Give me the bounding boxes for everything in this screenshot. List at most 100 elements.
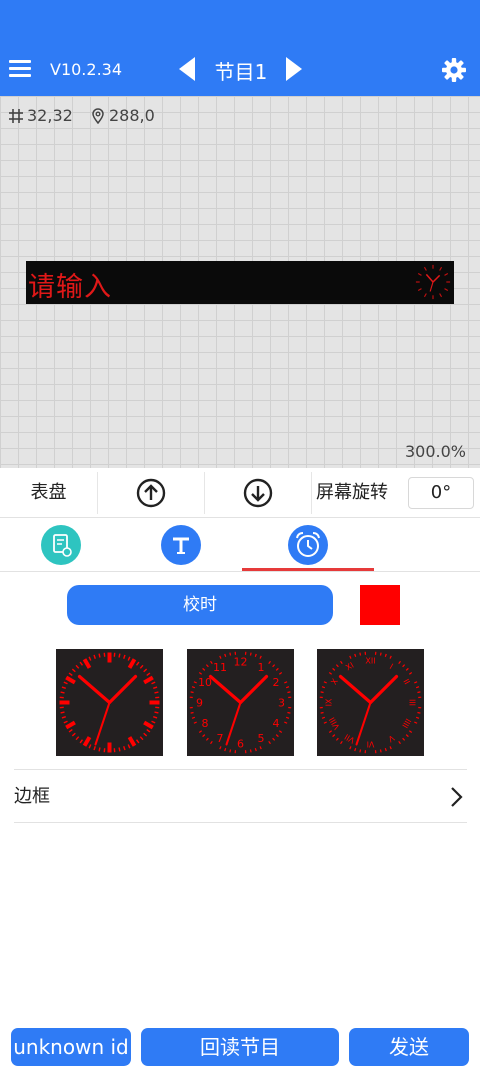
arrow-left-icon[interactable] — [175, 55, 199, 83]
dial-tick — [349, 655, 352, 659]
dial-tick — [135, 739, 140, 744]
dial-tick — [205, 664, 209, 668]
clock-color-picker[interactable] — [360, 585, 400, 625]
dial-tick — [287, 691, 291, 694]
dial-tick — [417, 691, 421, 694]
size-readout: 32,32 — [8, 106, 73, 125]
dial-tick — [202, 734, 206, 738]
menu-icon[interactable] — [6, 56, 34, 82]
dial-tick — [88, 656, 92, 661]
dial-tick — [118, 747, 121, 752]
program-title: 节目1 — [214, 60, 268, 84]
arrow-right-icon[interactable] — [282, 55, 306, 83]
dial-tick — [146, 728, 151, 733]
dial-tick — [229, 749, 232, 753]
led-text-content[interactable]: 请输入 — [28, 265, 112, 304]
dial-tick — [210, 740, 213, 745]
dial-tick — [229, 652, 232, 656]
dial-tick — [190, 691, 194, 694]
dial-tick — [284, 681, 288, 684]
led-screen[interactable]: 请输入 — [26, 261, 454, 304]
tab-clock[interactable] — [242, 518, 374, 571]
dial-tick — [139, 664, 144, 669]
dial-tick — [259, 746, 262, 750]
dial-tick — [61, 716, 66, 719]
clock-hand — [107, 674, 138, 705]
dial-tick — [118, 653, 121, 658]
dial-tick — [359, 749, 362, 753]
dial-tick — [127, 658, 137, 669]
dial-number: IX — [325, 698, 334, 706]
clock-hand — [208, 674, 243, 705]
led-preview-canvas[interactable]: 32,32 288,0 请输入 300.0% — [0, 96, 480, 468]
dial-tick — [63, 720, 68, 724]
clock-hand — [338, 674, 373, 705]
dial-tick — [151, 681, 156, 685]
arrow-up-circle-icon[interactable] — [136, 478, 166, 508]
dial-style-ticks[interactable] — [56, 649, 163, 756]
dial-tick — [224, 747, 227, 752]
dial-tick — [332, 734, 336, 738]
dial-number: 12 — [234, 656, 248, 669]
gear-icon[interactable] — [440, 56, 468, 84]
dial-tick — [285, 716, 290, 719]
tab-text[interactable] — [121, 518, 253, 571]
tab-program-settings[interactable] — [0, 518, 132, 571]
dial-tick — [415, 716, 420, 719]
clock-hand — [77, 674, 112, 705]
dial-tick — [278, 672, 283, 675]
dial-number: 8 — [201, 717, 208, 730]
divider — [204, 472, 205, 514]
dial-tick — [402, 737, 406, 741]
dial-tick — [75, 664, 80, 669]
dial-tick — [190, 711, 194, 714]
dial-tick — [408, 730, 413, 733]
dial-tick — [60, 711, 65, 714]
active-tab-indicator — [242, 568, 374, 571]
dial-tick — [408, 672, 413, 675]
dial-tick — [65, 720, 76, 730]
dial-tick — [405, 667, 409, 671]
border-setting-row[interactable]: 边框 — [14, 769, 467, 823]
dial-number: VI — [367, 740, 375, 749]
position-value: 288,0 — [109, 106, 155, 125]
dial-number: 1 — [258, 661, 265, 674]
time-sync-button[interactable]: 校时 — [67, 585, 333, 625]
dial-tick — [193, 721, 197, 724]
led-clock-widget[interactable] — [414, 263, 452, 301]
dial-number: II — [401, 677, 411, 686]
arrow-down-circle-icon[interactable] — [243, 478, 273, 508]
dial-tick — [71, 732, 76, 737]
dial-tick — [254, 747, 257, 752]
dial-tick — [268, 660, 271, 665]
divider — [97, 472, 98, 514]
dial-tick — [154, 711, 159, 714]
dial-tick — [272, 664, 276, 668]
device-id-button[interactable]: unknown id — [11, 1028, 131, 1066]
alarm-clock-icon — [288, 525, 328, 565]
readback-program-button[interactable]: 回读节目 — [141, 1028, 339, 1066]
dial-tick — [79, 739, 84, 744]
dial-tick — [389, 746, 392, 750]
dial-tick — [191, 716, 196, 719]
dial-tick — [320, 691, 324, 694]
screen-rotate-select[interactable]: 0° — [408, 477, 474, 509]
screen-rotate-label: 屏幕旋转 — [316, 482, 388, 503]
dial-tick — [340, 660, 343, 665]
send-button[interactable]: 发送 — [349, 1028, 469, 1066]
dial-style-arabic[interactable]: 12 1234567891011 — [187, 649, 294, 756]
dial-number: V — [386, 733, 396, 744]
clock-hand — [355, 701, 372, 746]
dial-tick — [349, 746, 352, 750]
dial-tick — [328, 730, 333, 733]
dial-tick — [417, 711, 421, 714]
dial-tick — [249, 652, 252, 656]
dial-tick — [275, 734, 279, 738]
dial-tick — [224, 653, 227, 658]
dial-number: 9 — [196, 697, 203, 710]
dial-tick — [219, 746, 222, 750]
dial-tick — [146, 672, 151, 677]
chevron-right-icon — [451, 787, 463, 807]
dial-style-roman[interactable]: XIIIIIIIIIIIIVVIVIIVIIIIXXXI — [317, 649, 424, 756]
dial-label: 表盘 — [30, 482, 67, 503]
